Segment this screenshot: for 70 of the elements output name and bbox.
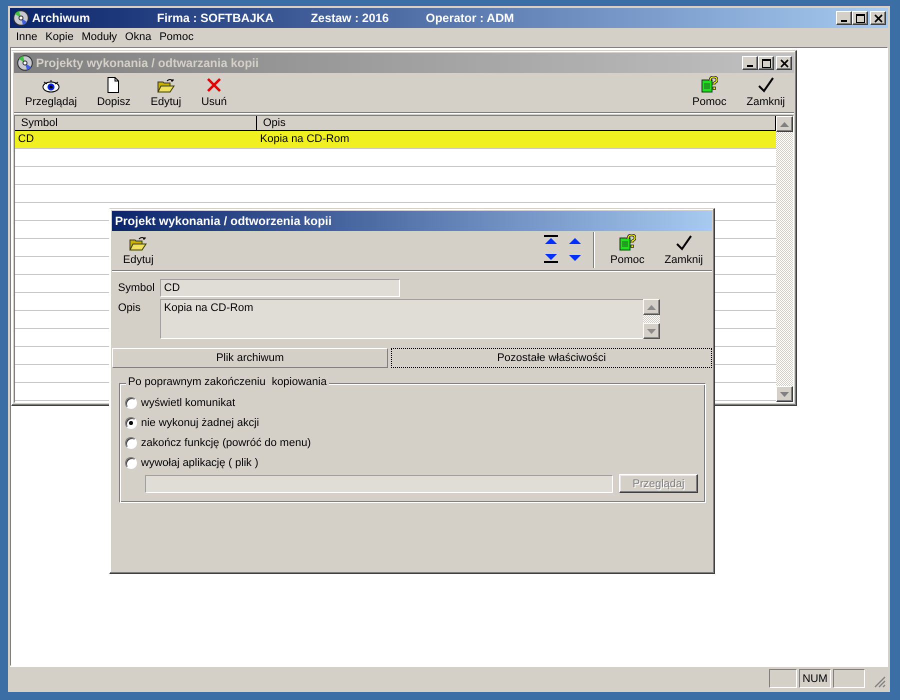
status-panel <box>769 669 797 688</box>
column-header[interactable]: Symbol <box>15 116 257 130</box>
table-cell-text: CD <box>17 132 35 147</box>
description-field[interactable]: Kopia na CD-Rom <box>160 299 643 339</box>
minimize-icon <box>841 20 847 22</box>
field-label: Opis <box>118 301 142 314</box>
radio-label: wyświetl komunikat <box>141 396 236 408</box>
radio-button[interactable] <box>125 396 137 408</box>
file-field[interactable] <box>145 474 613 492</box>
maximize-icon <box>760 58 772 68</box>
tab[interactable]: Pozostałe właściwości <box>391 348 712 368</box>
window-title: Archiwum <box>32 11 90 25</box>
window-title: Projekty wykonania / odtwarzania kopii <box>36 56 259 70</box>
checkmark-icon <box>758 77 774 93</box>
help-icon <box>700 76 718 93</box>
maximize-icon <box>854 12 866 24</box>
edit-button[interactable]: Edytuj <box>118 234 159 268</box>
minimize-icon <box>747 65 753 67</box>
radio-button[interactable] <box>125 416 137 428</box>
window-title: Projekt wykonania / odtworzenia kopii <box>115 214 332 228</box>
scrollbar[interactable] <box>776 116 793 402</box>
view-button[interactable]: Przeglądaj <box>20 77 82 110</box>
radio-button[interactable] <box>125 456 137 468</box>
set-label: Zestaw : 2016 <box>310 11 389 25</box>
down-arrow-icon[interactable] <box>780 392 789 396</box>
resize-grip-icon <box>873 675 886 688</box>
menu-item[interactable]: Pomoc <box>155 31 198 43</box>
status-panel <box>833 669 865 688</box>
delete-button[interactable]: Usuń <box>196 75 232 110</box>
eye-icon <box>42 79 60 93</box>
maximize-button[interactable] <box>852 11 868 25</box>
checkmark-icon <box>676 235 692 251</box>
company-label: Firma : SOFTBAJKA <box>157 11 274 25</box>
menu-item[interactable]: Kopie <box>41 31 78 43</box>
radio-label: nie wykonuj żadnej akcji <box>141 416 260 428</box>
radio-label: zakończ funkcję (powróć do menu) <box>141 436 311 448</box>
menu-item[interactable]: Moduły <box>78 31 122 43</box>
radio-label: wywołaj aplikację ( plik ) <box>141 456 258 468</box>
folder-icon <box>129 236 148 251</box>
tab[interactable]: Plik archiwum <box>112 348 388 368</box>
add-button[interactable]: Dopisz <box>92 75 136 110</box>
first-record-button[interactable] <box>543 234 560 246</box>
operator-label: Operator : ADM <box>426 11 514 25</box>
menu-item[interactable]: Okna <box>121 31 156 43</box>
close-icon <box>872 12 884 24</box>
group-title: Po poprawnym zakończeniu kopiowania <box>126 376 329 388</box>
close-window-button[interactable] <box>870 11 886 25</box>
cross-icon <box>206 77 222 93</box>
symbol-field[interactable]: CD <box>160 279 400 297</box>
document-icon <box>107 77 120 93</box>
help-button[interactable]: Pomoc <box>605 232 650 268</box>
up-arrow-icon[interactable] <box>780 122 789 126</box>
radio-button[interactable] <box>125 436 137 448</box>
close-button[interactable]: Zamknij <box>659 233 708 268</box>
field-label: Symbol <box>118 281 156 294</box>
table-cell-text: Kopia na CD-Rom <box>259 132 350 147</box>
table-row[interactable]: CD Kopia na CD-Rom <box>15 131 776 149</box>
next-record-button[interactable] <box>567 252 584 264</box>
edit-button[interactable]: Edytuj <box>146 76 186 110</box>
folder-icon <box>156 78 175 93</box>
help-button[interactable]: Pomoc <box>687 74 732 110</box>
minimize-button[interactable] <box>836 11 852 25</box>
disc-icon <box>13 10 29 26</box>
last-record-button[interactable] <box>543 252 560 264</box>
menu-item[interactable]: Inne <box>12 31 42 43</box>
close-icon <box>778 58 790 68</box>
close-button[interactable]: Zamknij <box>741 75 790 110</box>
num-lock-indicator: NUM <box>799 669 831 688</box>
help-icon <box>618 234 636 251</box>
disc-icon <box>17 55 33 71</box>
